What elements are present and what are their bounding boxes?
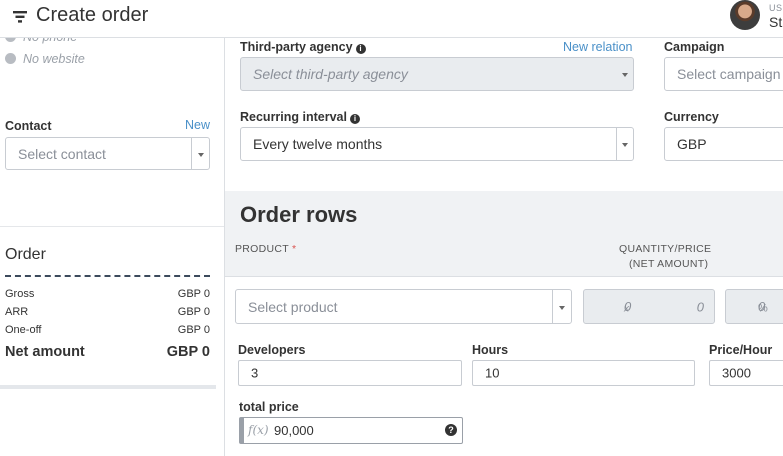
campaign-label: Campaign (664, 40, 725, 54)
total-price-value: 90,000 (274, 423, 314, 438)
divider (5, 275, 210, 277)
sidebar: No phone No website Contact New Select c… (0, 30, 225, 456)
info-icon[interactable]: i (355, 44, 366, 54)
avatar[interactable] (730, 0, 760, 30)
contact-placeholder: Select contact (18, 145, 106, 162)
currency-label: Currency (664, 110, 719, 124)
summary-label: One-off (5, 324, 42, 336)
formula-icon: f(x) (248, 423, 269, 437)
hours-value: 10 (485, 365, 500, 381)
currency-select[interactable]: GBP (664, 127, 783, 161)
agency-dropdown-toggle (616, 58, 633, 90)
agency-label: Third-party agency i (240, 40, 366, 54)
net-amount-label: Net amount (5, 344, 85, 360)
chevron-down-icon (622, 143, 628, 147)
product-dropdown-toggle[interactable] (552, 290, 571, 323)
required-marker: * (292, 243, 297, 255)
summary-value: GBP 0 (177, 288, 210, 300)
developers-value: 3 (251, 365, 259, 381)
discount-number: 0 (758, 299, 766, 314)
contact-select[interactable]: Select contact (5, 137, 210, 170)
summary-label: ARR (5, 306, 29, 318)
summary-value: GBP 0 (177, 324, 210, 336)
agency-placeholder: Select third-party agency (253, 66, 408, 82)
help-icon[interactable]: ? (445, 424, 457, 436)
price-hour-value: 3000 (722, 365, 751, 381)
chevron-down-icon (197, 152, 204, 157)
divider (0, 226, 224, 227)
new-relation-link[interactable]: New relation (563, 40, 632, 54)
info-icon[interactable]: i (349, 114, 360, 124)
total-price-formula-field[interactable]: f(x) 90,000 ? (239, 417, 463, 444)
order-rows-title: Order rows (240, 202, 358, 227)
campaign-placeholder: Select campaign (677, 66, 781, 82)
new-contact-link[interactable]: New (185, 118, 210, 132)
recurring-value: Every twelve months (253, 136, 383, 152)
column-header-quantity: QUANTITY/PRICE (619, 243, 712, 255)
recurring-label-text: Recurring interval (240, 110, 347, 124)
hours-label: Hours (472, 343, 509, 357)
page-header: Create order USER St (0, 0, 783, 38)
total-price-label: total price (239, 400, 299, 414)
column-header-product-text: PRODUCT (235, 243, 289, 255)
page-title: Create order (36, 4, 149, 26)
contact-label: Contact (5, 119, 52, 133)
chevron-down-icon (621, 73, 628, 77)
price-value: 0 (696, 299, 704, 314)
user-name[interactable]: St (769, 14, 782, 30)
summary-label: Gross (5, 288, 35, 300)
website-info: No website (5, 52, 85, 66)
column-header-net-amount: (NET AMOUNT) (629, 258, 709, 270)
currency-value: GBP (677, 136, 707, 152)
campaign-select[interactable]: Select campaign (664, 57, 783, 91)
product-placeholder: Select product (248, 298, 338, 315)
hours-input[interactable]: 10 (472, 360, 695, 386)
recurring-dropdown-toggle[interactable] (616, 128, 633, 160)
discount-field[interactable]: 0% (725, 289, 783, 324)
discount-value: 0% (758, 299, 768, 314)
price-hour-input[interactable]: 3000 (709, 360, 783, 386)
developers-input[interactable]: 3 (238, 360, 462, 386)
main-content: Third-party agency i New relation Select … (225, 38, 783, 456)
recurring-interval-select[interactable]: Every twelve months (240, 127, 634, 161)
globe-icon (5, 53, 16, 64)
summary-value: GBP 0 (177, 306, 210, 318)
developers-label: Developers (238, 343, 306, 357)
recurring-label: Recurring interval i (240, 110, 360, 124)
divider (0, 385, 216, 389)
column-header-product: PRODUCT * (235, 243, 296, 255)
user-label: USER (769, 3, 783, 13)
contact-dropdown-toggle[interactable] (191, 138, 209, 169)
quantity-price-field[interactable]: 0x 0 (583, 289, 715, 324)
agency-label-text: Third-party agency (240, 40, 353, 54)
chevron-down-icon (559, 305, 565, 310)
agency-select: Select third-party agency (240, 57, 634, 91)
order-summary-heading: Order (5, 246, 46, 263)
product-select[interactable]: Select product (235, 289, 572, 324)
net-amount-value: GBP 0 (166, 344, 210, 360)
quantity-value: 0x (624, 299, 632, 314)
quantity-number: 0 (624, 299, 632, 314)
website-text: No website (23, 52, 85, 66)
filter-icon[interactable] (12, 9, 28, 25)
price-hour-label: Price/Hour (709, 343, 773, 357)
